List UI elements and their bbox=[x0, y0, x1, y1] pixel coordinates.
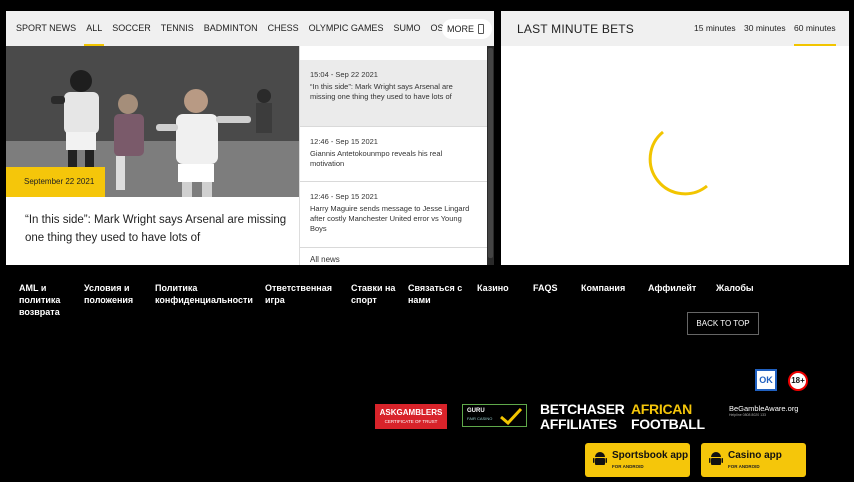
footer-link-company[interactable]: Компания bbox=[581, 282, 625, 294]
sportsbook-app-button[interactable]: Sportsbook app FOR ANDROID bbox=[585, 443, 690, 477]
african-line-1: AFRICAN bbox=[631, 401, 692, 417]
footer-link-terms[interactable]: Условия и положения bbox=[84, 282, 144, 306]
footer-link-affiliate[interactable]: Аффилейт bbox=[648, 282, 696, 294]
footer-link-privacy[interactable]: Политика конфиденциальности bbox=[155, 282, 255, 306]
tab-soccer[interactable]: SOCCER bbox=[107, 11, 156, 46]
list-item[interactable]: 12:46 - Sep 15 2021 Giannis Antetokounmp… bbox=[300, 127, 488, 182]
featured-article[interactable]: September 22 2021 “In this side”: Mark W… bbox=[6, 46, 299, 265]
footer-link-responsible-gaming[interactable]: Ответственная игра bbox=[265, 282, 340, 306]
tab-chess[interactable]: CHESS bbox=[263, 11, 304, 46]
guru-name: GURU bbox=[467, 408, 485, 414]
list-item[interactable]: 12:46 - Sep 15 2021 Harry Maguire sends … bbox=[300, 182, 488, 248]
bets-header: LAST MINUTE BETS 15 minutes 30 minutes 6… bbox=[501, 11, 849, 46]
sportsbook-app-label: Sportsbook app bbox=[612, 450, 689, 461]
news-time: 12:46 - Sep 15 2021 bbox=[310, 137, 378, 146]
tab-sumo[interactable]: SUMO bbox=[388, 11, 425, 46]
page: SPORT NEWS ALL SOCCER TENNIS BADMINTON C… bbox=[0, 0, 854, 482]
certification-badge-icon: OK bbox=[755, 369, 777, 391]
article-date-badge: September 22 2021 bbox=[6, 167, 105, 197]
betchaser-affiliates-logo[interactable]: BETCHASER AFFILIATES bbox=[540, 401, 625, 432]
tab-badminton[interactable]: BADMINTON bbox=[199, 11, 263, 46]
more-icon bbox=[478, 24, 484, 34]
all-news-link[interactable]: All news bbox=[310, 255, 340, 264]
footer-link-sports-betting[interactable]: Ставки на спорт bbox=[351, 282, 401, 306]
news-headline[interactable]: Giannis Antetokounmpo reveals his real m… bbox=[310, 149, 478, 169]
news-panel: SPORT NEWS ALL SOCCER TENNIS BADMINTON C… bbox=[6, 11, 494, 265]
casino-app-button[interactable]: Casino app FOR ANDROID bbox=[701, 443, 806, 477]
tab-all[interactable]: ALL bbox=[81, 11, 107, 46]
loading-spinner-icon bbox=[648, 130, 708, 196]
list-item[interactable]: 15:04 - Sep 22 2021 “In this side”: Mark… bbox=[300, 60, 488, 127]
featured-photo: September 22 2021 bbox=[6, 46, 299, 197]
begambleaware-logo[interactable]: BeGambleAware.org Helpline 0808 8020 133 bbox=[729, 404, 798, 418]
news-time: 15:04 - Sep 22 2021 bbox=[310, 70, 378, 79]
android-icon bbox=[709, 452, 723, 465]
gamble-aware-helpline: Helpline 0808 8020 133 bbox=[729, 413, 766, 417]
news-time: 12:46 - Sep 15 2021 bbox=[310, 192, 378, 201]
news-headline[interactable]: “In this side”: Mark Wright says Arsenal… bbox=[310, 82, 478, 102]
askgamblers-name: ASKGAMBLERS bbox=[379, 408, 443, 417]
age-restriction-badge: 18+ bbox=[788, 371, 808, 391]
featured-article-title[interactable]: “In this side”: Mark Wright says Arsenal… bbox=[25, 211, 290, 247]
betchaser-line-1: BETCHASER bbox=[540, 401, 625, 417]
tab-tennis[interactable]: TENNIS bbox=[156, 11, 199, 46]
african-football-logo[interactable]: AFRICAN FOOTBALL bbox=[631, 402, 705, 432]
sportsbook-app-sub: FOR ANDROID bbox=[612, 464, 644, 469]
scrollbar-thumb[interactable] bbox=[488, 48, 493, 258]
footer-link-contact[interactable]: Связаться с нами bbox=[408, 282, 468, 306]
gamble-aware-name: BeGambleAware.org bbox=[729, 404, 799, 413]
casino-app-label: Casino app bbox=[728, 450, 782, 461]
askgamblers-subtitle: CERTIFICATE OF TRUST bbox=[384, 419, 438, 424]
news-headline[interactable]: Harry Maguire sends message to Jesse Lin… bbox=[310, 204, 478, 234]
tab-15-minutes[interactable]: 15 minutes bbox=[694, 11, 736, 46]
android-icon bbox=[593, 452, 607, 465]
footer-link-faqs[interactable]: FAQS bbox=[533, 282, 558, 294]
tab-30-minutes[interactable]: 30 minutes bbox=[744, 11, 786, 46]
betchaser-line-2: AFFILIATES bbox=[540, 416, 617, 432]
footer-link-casino[interactable]: Казино bbox=[477, 282, 509, 294]
news-side-list: 15:04 - Sep 22 2021 “In this side”: Mark… bbox=[299, 46, 488, 265]
footer-link-complaints[interactable]: Жалобы bbox=[716, 282, 754, 294]
tab-olympic-games[interactable]: OLYMPIC GAMES bbox=[304, 11, 389, 46]
more-label: MORE bbox=[447, 24, 474, 34]
footer-link-aml[interactable]: AML и политика возврата bbox=[19, 282, 73, 318]
back-to-top-button[interactable]: BACK TO TOP bbox=[687, 312, 759, 335]
guru-subtitle: FAIR CASINO bbox=[467, 416, 493, 421]
casino-app-sub: FOR ANDROID bbox=[728, 464, 760, 469]
checkmark-icon bbox=[500, 407, 523, 425]
tab-sport-news[interactable]: SPORT NEWS bbox=[11, 11, 81, 46]
tab-60-minutes[interactable]: 60 minutes bbox=[794, 11, 836, 46]
bets-title: LAST MINUTE BETS bbox=[517, 22, 635, 36]
askgamblers-logo[interactable]: ASKGAMBLERS CERTIFICATE OF TRUST bbox=[375, 404, 447, 429]
casino-guru-logo[interactable]: GURU FAIR CASINO bbox=[462, 404, 527, 427]
news-tab-bar: SPORT NEWS ALL SOCCER TENNIS BADMINTON C… bbox=[6, 11, 494, 46]
news-scrollbar[interactable] bbox=[487, 46, 494, 265]
african-line-2: FOOTBALL bbox=[631, 416, 705, 432]
more-button[interactable]: MORE bbox=[442, 19, 492, 39]
last-minute-bets-panel: LAST MINUTE BETS 15 minutes 30 minutes 6… bbox=[501, 11, 849, 265]
